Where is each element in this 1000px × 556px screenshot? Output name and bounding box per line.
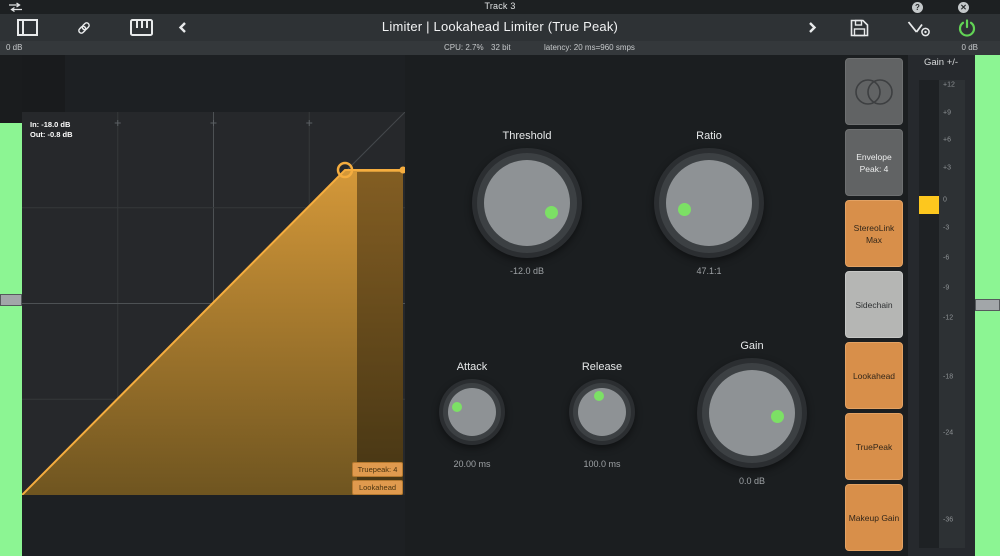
scale-tick: +9 [943,110,951,117]
io-readout: In: -18.0 dB Out: -0.8 dB [30,120,73,140]
release-value: 100.0 ms [583,459,620,469]
attack-knob[interactable] [439,379,505,445]
gain-meter-title: Gain +/- [924,57,958,68]
release-label: Release [582,361,622,373]
close-button[interactable]: ✕ [958,2,969,13]
cpu-readout: CPU: 2.7% [444,43,484,52]
scale-tick: -24 [943,430,953,437]
transfer-curve-panel: In: -18.0 dB Out: -0.8 dB Truepeak: 4 Lo… [22,55,405,556]
scale-tick: -18 [943,374,953,381]
controls-panel: Threshold -12.0 dB Ratio 47.1:1 Atta [405,55,838,556]
envelope-button[interactable]: Envelope Peak: 4 [845,129,903,196]
ratio-label: Ratio [696,130,722,142]
scale-tick: +12 [943,82,955,89]
stereo-mode-button[interactable] [845,58,903,125]
input-peak-indicator[interactable] [0,294,22,306]
mode-buttons-column: Envelope Peak: 4 StereoLink Max Sidechai… [838,55,908,556]
statusbar: 0 dB CPU: 2.7% 32 bit latency: 20 ms=960… [0,41,1000,55]
sidechain-button[interactable]: Sidechain [845,271,903,338]
titlebar: Track 3 ? ✕ [0,0,1000,14]
knob-indicator-dot [594,391,604,401]
makeup-gain-button[interactable]: Makeup Gain [845,484,903,551]
gain-value: 0.0 dB [739,476,765,486]
knob-indicator-dot [452,402,462,412]
scale-tick: +3 [943,165,951,172]
power-button-icon[interactable] [957,18,977,38]
bit-depth-readout: 32 bit [491,43,511,52]
threshold-knob[interactable] [472,148,582,258]
gain-marker[interactable] [919,196,939,214]
knob-face [484,160,570,246]
scale-tick: -36 [943,517,953,524]
scale-tick: -12 [943,315,953,322]
toolbar: Limiter | Lookahead Limiter (True Peak) [0,14,1000,41]
automation-icon[interactable] [907,20,931,37]
limit-region-shade [357,172,403,495]
gain-control: Gain 0.0 dB [697,358,807,468]
io-readout-out: Out: -0.8 dB [30,130,73,140]
scale-tick: -3 [943,225,949,232]
input-meter-bar [0,123,22,556]
stereo-circles-icon [851,77,897,107]
knob-indicator-dot [545,206,558,219]
input-gain-readout: 0 dB [6,43,22,52]
latency-readout: latency: 20 ms=960 smps [544,43,635,52]
ratio-knob[interactable] [654,148,764,258]
knob-face [666,160,752,246]
save-icon[interactable] [850,19,869,37]
attack-control: Attack 20.00 ms [439,379,505,445]
grid-cross-marks [115,120,313,126]
attack-value: 20.00 ms [453,459,490,469]
ratio-value: 47.1:1 [696,266,721,276]
scale-tick: -6 [943,255,949,262]
truepeak-overlay-button[interactable]: Truepeak: 4 [352,462,403,477]
truepeak-button[interactable]: TruePeak [845,413,903,480]
scale-tick: +6 [943,137,951,144]
main-area: In: -18.0 dB Out: -0.8 dB Truepeak: 4 Lo… [0,55,1000,556]
help-button[interactable]: ? [912,2,923,13]
gain-knob[interactable] [697,358,807,468]
lookahead-button[interactable]: Lookahead [845,342,903,409]
release-knob[interactable] [569,379,635,445]
io-readout-in: In: -18.0 dB [30,120,73,130]
attack-label: Attack [457,361,488,373]
knob-face [448,388,496,436]
threshold-label: Threshold [503,130,552,142]
knob-indicator-dot [771,410,784,423]
input-level-meter [0,55,22,556]
curve-fill-area [22,170,403,495]
knob-indicator-dot [678,203,691,216]
output-gain-readout: 0 dB [962,43,978,52]
graph-corner-shade [22,55,65,115]
release-control: Release 100.0 ms [569,379,635,445]
scale-tick: 0 [943,197,947,204]
gain-meter-panel: Gain +/- +12 +9 +6 +3 0 -3 -6 -9 -12 -18… [908,55,975,556]
output-level-meter [975,55,1000,556]
plugin-window: Track 3 ? ✕ Limiter | Lookahead Limiter … [0,0,1000,556]
ratio-control: Ratio 47.1:1 [654,148,764,258]
gain-meter-track[interactable] [919,80,939,548]
threshold-control: Threshold -12.0 dB [472,148,582,258]
input-meter-top-cap [0,55,22,123]
scale-tick: -9 [943,285,949,292]
chevron-right-icon[interactable] [808,22,817,33]
transfer-curve-plot[interactable] [22,112,405,495]
output-peak-indicator[interactable] [975,299,1000,311]
lookahead-overlay-button[interactable]: Lookahead [352,480,403,495]
threshold-value: -12.0 dB [510,266,544,276]
window-title: Track 3 [0,1,1000,11]
stereolink-button[interactable]: StereoLink Max [845,200,903,267]
gain-label: Gain [740,340,763,352]
